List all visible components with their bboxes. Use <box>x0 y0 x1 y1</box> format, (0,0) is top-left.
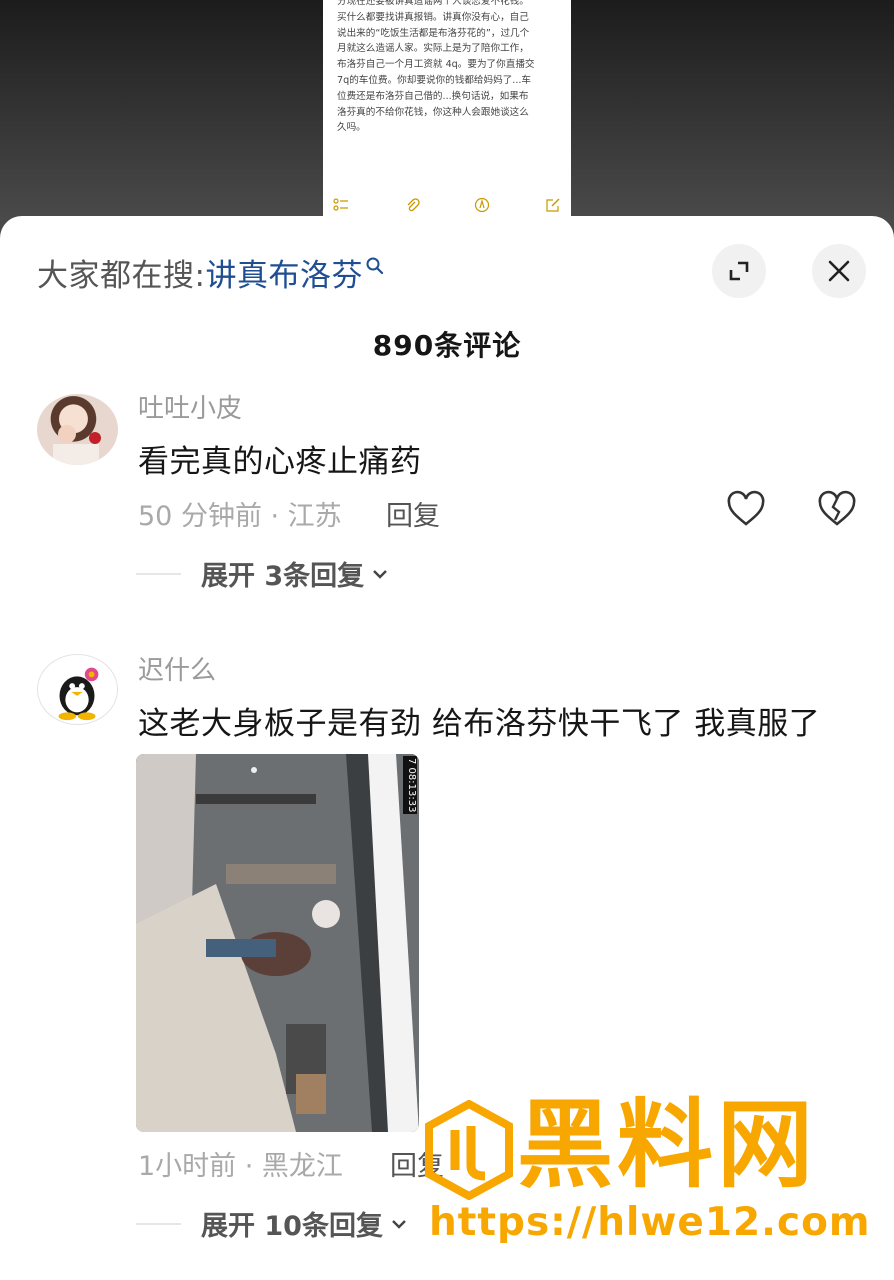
photo-timestamp: 7 08:13:33 <box>403 756 417 814</box>
search-prefix: 大家都在搜: <box>37 258 206 294</box>
expand-replies-label: 展开 10条回复 <box>201 1211 383 1242</box>
comment-username[interactable]: 迟什么 <box>138 650 216 687</box>
watermark-logo-icon <box>425 1100 513 1200</box>
chevron-down-icon <box>373 569 388 579</box>
broken-heart-icon <box>818 490 856 526</box>
comment-photo[interactable]: 7 08:13:33 <box>136 754 419 1132</box>
comment-meta: 50 分钟前 · 江苏 <box>138 501 342 532</box>
dislike-button[interactable] <box>817 490 857 530</box>
comment-text: 这老大身板子是有劲 给布洛芬快干飞了 我真服了 <box>138 706 821 742</box>
close-icon <box>828 260 850 282</box>
avatar[interactable] <box>37 654 118 725</box>
notes-toolbar <box>333 198 561 217</box>
divider <box>136 572 181 575</box>
divider <box>136 1222 181 1225</box>
expand-fullscreen-button[interactable] <box>712 244 766 298</box>
notes-text: 分现在还要被讲真造谣两个人谈恋爱不花钱。 买什么都要找讲真报销。讲真你没有心，自… <box>337 0 535 134</box>
search-keyword-link[interactable]: 讲真布洛芬 <box>205 250 363 295</box>
chevron-down-icon <box>392 1219 406 1229</box>
background-notes-document: 分现在还要被讲真造谣两个人谈恋爱不花钱。 买什么都要找讲真报销。讲真你没有心，自… <box>323 0 571 230</box>
search-suggestion[interactable]: 大家都在搜: 讲真布洛芬 <box>37 250 385 295</box>
comment-count: 890条评论 <box>372 329 522 362</box>
close-button[interactable] <box>812 244 866 298</box>
photo-image <box>136 754 419 1132</box>
expand-icon <box>729 261 749 281</box>
expand-replies-label: 展开 3条回复 <box>201 561 365 592</box>
comment-text: 看完真的心疼止痛药 <box>138 444 422 480</box>
comment-meta: 1小时前 · 黑龙江 <box>138 1151 343 1182</box>
heart-icon <box>727 490 765 526</box>
reply-button[interactable]: 回复 <box>386 494 440 533</box>
watermark-url: https://hlwe12.com <box>429 1200 871 1245</box>
watermark: 黑料网 https://hlwe12.com <box>425 1089 870 1250</box>
search-icon <box>366 257 384 274</box>
avatar[interactable] <box>37 394 118 465</box>
comment-username[interactable]: 吐吐小皮 <box>138 388 242 425</box>
expand-replies-button[interactable]: 展开 10条回复 <box>136 1204 409 1243</box>
expand-replies-button[interactable]: 展开 3条回复 <box>136 554 390 593</box>
watermark-logo-text: 黑料网 <box>517 1089 817 1201</box>
like-button[interactable] <box>726 490 766 530</box>
